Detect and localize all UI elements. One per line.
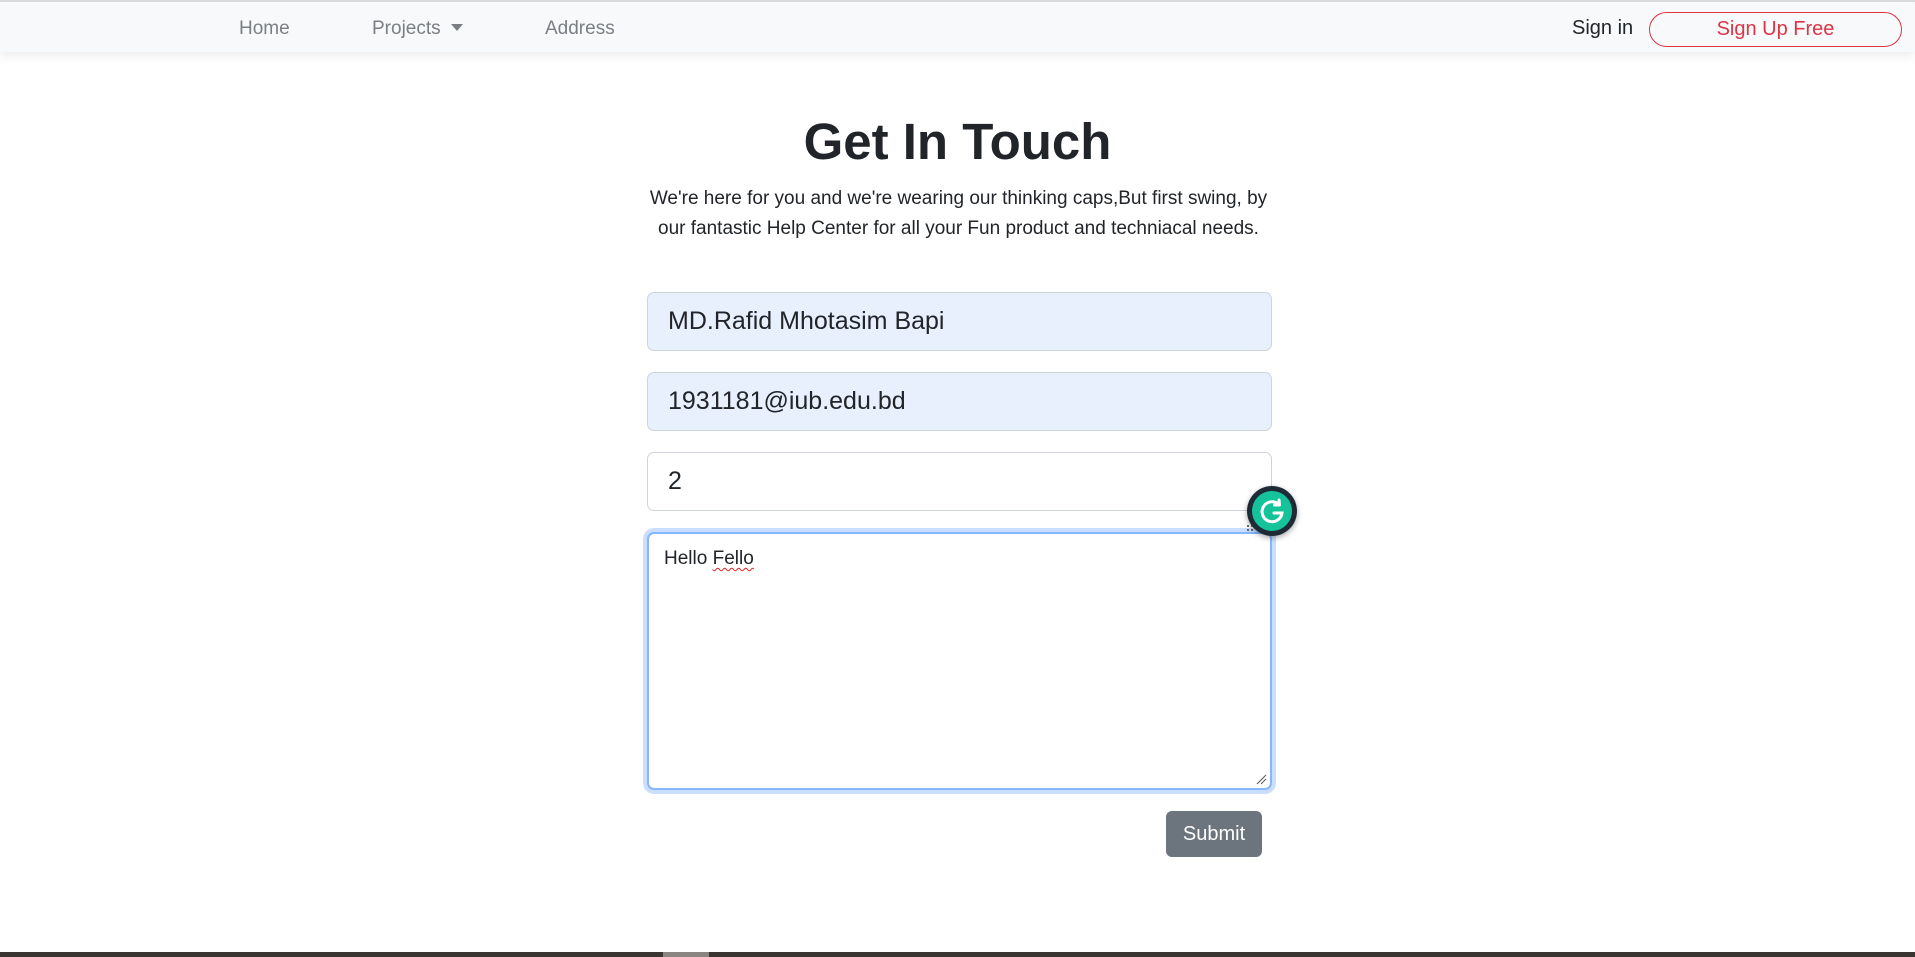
taskbar-edge [0,952,1915,957]
number-input[interactable]: 2 [647,452,1272,511]
caret-down-icon [450,24,463,31]
message-misspelled-word: Fello [712,548,754,569]
email-input[interactable]: 1931181@iub.edu.bd [647,372,1272,431]
sign-in-link[interactable]: Sign in [1572,17,1633,40]
nav-address-link[interactable]: Address [545,18,615,40]
page-title: Get In Touch [803,113,1112,170]
resize-handle-icon[interactable] [1255,773,1267,785]
page-subtitle: We're here for you and we're wearing our… [649,188,1268,239]
taskbar-indicator [663,952,709,957]
name-input[interactable]: MD.Rafid Mhotasim Bapi [647,292,1272,351]
nav-projects-label: Projects [372,18,441,39]
message-text-word: Hello [664,548,708,569]
grammarly-icon[interactable] [1247,486,1297,536]
navbar: Home Projects Address Sign in Sign Up Fr… [0,2,1915,52]
message-textarea[interactable]: Hello Fello [647,532,1272,790]
sign-up-button[interactable]: Sign Up Free [1649,12,1902,47]
grammarly-g-glyph [1260,498,1284,524]
nav-projects-dropdown[interactable]: Projects [372,18,463,40]
nav-home-link[interactable]: Home [239,18,290,40]
submit-button[interactable]: Submit [1166,811,1262,857]
grammarly-badge [1252,491,1292,531]
